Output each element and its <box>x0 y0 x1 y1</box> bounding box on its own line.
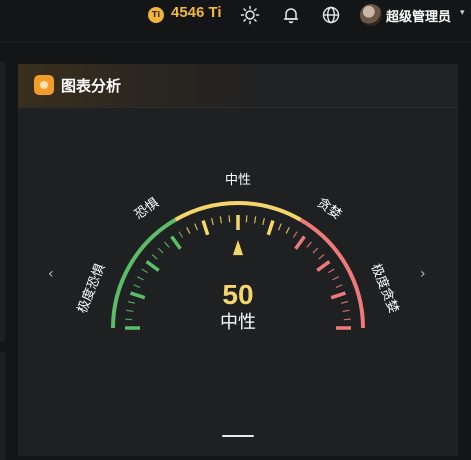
gauge-tick <box>316 260 331 272</box>
gauge-tick <box>125 318 133 321</box>
gauge-tick <box>170 235 182 250</box>
gauge-tick <box>211 217 214 226</box>
gauge-tick <box>201 219 210 236</box>
gauge-tick <box>126 309 134 313</box>
gauge-tick <box>133 284 141 288</box>
gauge-tick <box>342 309 350 313</box>
gauge-tick <box>335 284 343 288</box>
gauge-tick <box>278 223 282 231</box>
label-fear: 恐惧 <box>131 195 161 223</box>
gauge-tick <box>178 231 184 238</box>
gauge-tick <box>194 223 198 231</box>
gauge-tick <box>164 241 170 248</box>
gauge-tick <box>340 301 349 304</box>
gauge-status: 中性 <box>220 312 256 333</box>
gauge-tick <box>253 216 257 224</box>
gauge-tick <box>343 318 351 321</box>
gauge-tick <box>145 260 160 272</box>
gauge-tick <box>294 235 306 250</box>
label-neutral: 中性 <box>225 173 251 188</box>
gauge-value: 50 <box>222 279 253 310</box>
label-extreme-fear: 极度恐惧 <box>74 261 108 315</box>
arc-greed-segment <box>299 218 365 329</box>
gauge-tick <box>129 291 146 300</box>
gauge-tick <box>332 276 339 281</box>
gauge-tick <box>318 254 325 260</box>
fear-greed-gauge: 50 中性 极度恐惧 恐惧 中性 贪婪 极度贪婪 <box>74 173 402 333</box>
label-extreme-greed: 极度贪婪 <box>368 261 402 315</box>
gauge-tick <box>228 215 231 223</box>
gauge-tick <box>186 227 191 234</box>
gauge-tick <box>330 291 347 300</box>
gauge-pointer <box>232 240 244 256</box>
gauge-tick <box>306 241 312 248</box>
carousel-indicator[interactable] <box>222 435 254 437</box>
arc-fear-segment <box>111 218 177 329</box>
gauge-tick <box>292 231 298 238</box>
gauge-tick <box>328 268 335 274</box>
gauge-tick <box>141 268 148 274</box>
label-greed: 贪婪 <box>314 196 344 223</box>
gauge-tick <box>285 227 290 234</box>
gauge-tick <box>219 216 223 224</box>
gauge-tick <box>266 219 275 236</box>
gauge-tick <box>312 247 319 254</box>
gauge-tick <box>137 276 144 281</box>
gauge-tick <box>151 254 158 260</box>
gauge-tick <box>127 301 136 304</box>
gauge-tick <box>245 215 248 223</box>
gauge-tick <box>262 217 265 226</box>
gauge-tick <box>157 247 164 254</box>
